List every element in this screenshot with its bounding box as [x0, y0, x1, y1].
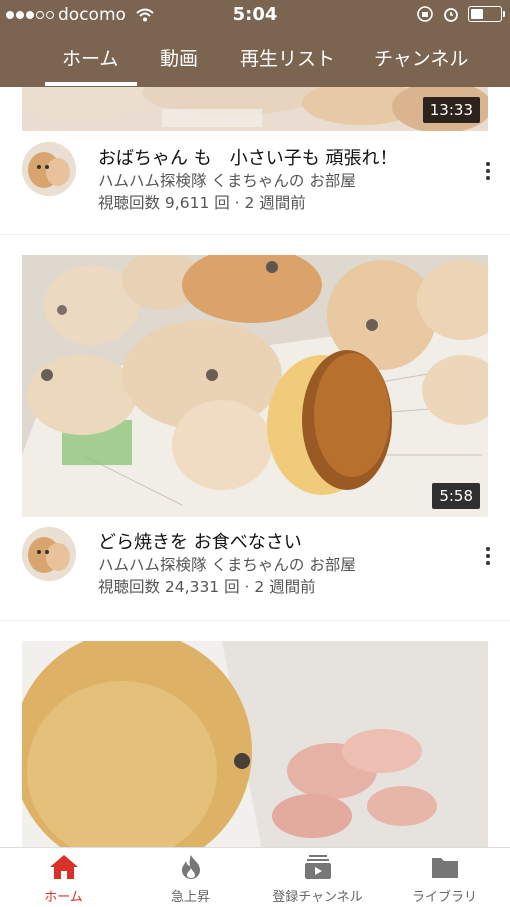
- more-options-icon[interactable]: [484, 162, 492, 183]
- battery-icon: [468, 6, 505, 22]
- video-thumbnail[interactable]: 13:33: [22, 87, 488, 131]
- channel-tabs: ホーム 動画 再生リスト チャンネル: [0, 38, 510, 87]
- nav-trending[interactable]: 急上昇: [127, 848, 254, 907]
- video-duration: 5:58: [432, 483, 480, 509]
- orientation-lock-icon: [417, 6, 433, 22]
- nav-library-label: ライブラリ: [411, 890, 477, 905]
- tab-home[interactable]: ホーム: [62, 44, 118, 71]
- video-stats: 視聴回数 24,331 回 · 2 週間前: [98, 578, 316, 596]
- video-card: 13:33 おばちゃん も 小さい子も 頑張れ！ ハムハム探検隊 くまちゃんの …: [0, 87, 510, 234]
- video-title[interactable]: おばちゃん も 小さい子も 頑張れ！: [98, 144, 397, 170]
- channel-name: ハムハム探検隊 くまちゃんの お部屋: [98, 172, 356, 190]
- nav-home[interactable]: ホーム: [0, 848, 127, 907]
- home-icon: [49, 855, 78, 879]
- nav-subscriptions[interactable]: 登録チャンネル: [254, 848, 381, 907]
- folder-icon: [431, 858, 458, 878]
- status-icons: [416, 5, 505, 23]
- channel-avatar[interactable]: [22, 142, 76, 196]
- video-title[interactable]: どら焼きを お食べなさい: [98, 528, 302, 554]
- status-bar: docomo 5:04: [0, 0, 510, 30]
- nav-library[interactable]: ライブラリ: [381, 848, 508, 907]
- flame-icon: [181, 855, 200, 879]
- more-options-icon[interactable]: [484, 547, 492, 568]
- video-thumbnail[interactable]: [22, 641, 488, 847]
- subscriptions-icon: [304, 855, 331, 879]
- active-tab-indicator: [45, 82, 137, 86]
- video-stats: 視聴回数 9,611 回 · 2 週間前: [98, 194, 306, 212]
- video-card: [0, 621, 510, 847]
- tab-videos[interactable]: 動画: [160, 44, 198, 71]
- hamsters-dorayaki-image: [22, 255, 488, 517]
- video-feed[interactable]: 13:33 おばちゃん も 小さい子も 頑張れ！ ハムハム探検隊 くまちゃんの …: [0, 87, 510, 847]
- nav-trending-label: 急上昇: [170, 890, 210, 905]
- video-card: 5:58 どら焼きを お食べなさい ハムハム探検隊 くまちゃんの お部屋 視聴回…: [0, 235, 510, 620]
- bottom-navigation: ホーム 急上昇 登録チャンネル ライブラリ: [0, 847, 510, 907]
- app-header: docomo 5:04 ホーム 動画 再生リスト チャンネル: [0, 0, 510, 87]
- channel-avatar[interactable]: [22, 527, 76, 581]
- hamster-babies-image: [22, 641, 488, 847]
- video-duration: 13:33: [422, 97, 480, 123]
- tab-channels[interactable]: チャンネル: [374, 44, 468, 71]
- nav-subscriptions-label: 登録チャンネル: [272, 890, 363, 905]
- hamster-thumbnail-image: [22, 87, 488, 131]
- video-thumbnail[interactable]: 5:58: [22, 255, 488, 517]
- tab-playlists[interactable]: 再生リスト: [240, 44, 335, 71]
- alarm-icon: [444, 8, 458, 22]
- channel-name: ハムハム探検隊 くまちゃんの お部屋: [98, 556, 356, 574]
- nav-home-label: ホーム: [44, 890, 83, 905]
